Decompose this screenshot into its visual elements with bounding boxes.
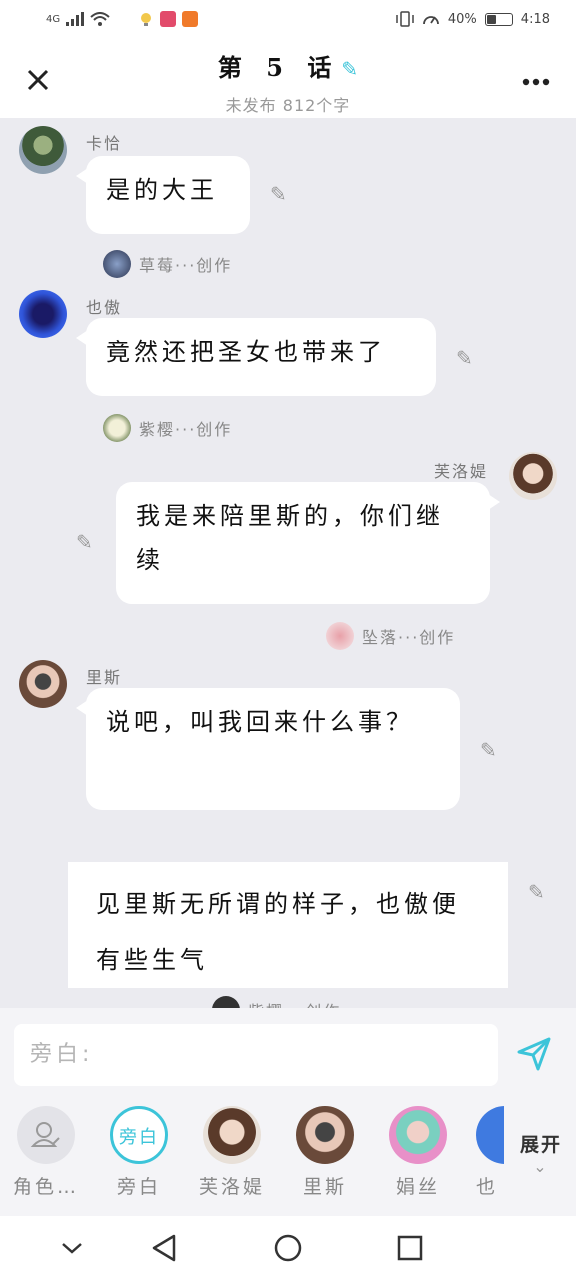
credit-line: 草莓···创作 — [103, 250, 232, 278]
narration-block[interactable]: 见里斯无所谓的样子，也傲便有些生气 — [68, 862, 508, 988]
message-bubble[interactable]: 我是来陪里斯的，你们继续 — [116, 482, 500, 604]
edit-message-icon[interactable]: ✎ — [456, 346, 473, 370]
speaker-name: 里斯 — [86, 668, 123, 687]
narration-text: 见里斯无所谓的样子，也傲便有些生气 — [96, 890, 460, 974]
chevron-down-icon: ⌄ — [533, 1157, 549, 1176]
battery-icon — [484, 12, 513, 26]
video-app-icon — [182, 11, 199, 27]
header: 第 5 话 ✎ 未发布 812个字 — [0, 40, 576, 118]
avatar[interactable] — [19, 126, 67, 174]
narration-input[interactable]: 旁白: — [14, 1024, 498, 1086]
avatar — [326, 622, 354, 650]
message-text: 我是来陪里斯的，你们继续 — [136, 502, 444, 574]
role-option[interactable]: 里斯 — [290, 1106, 360, 1199]
page-title: 第 5 话 — [217, 53, 340, 82]
message-bubble[interactable]: 竟然还把圣女也带来了 — [76, 318, 436, 396]
network-label: 4G — [46, 13, 61, 25]
role-option[interactable]: 也 — [476, 1106, 504, 1199]
publish-status: 未发布 812个字 — [225, 96, 351, 115]
speaker-name: 也傲 — [86, 298, 123, 317]
avatar[interactable] — [509, 452, 557, 500]
system-nav-bar — [0, 1216, 576, 1280]
send-button[interactable] — [516, 1036, 552, 1072]
chat-area[interactable]: 卡恰 是的大王 ✎ 草莓···创作 也傲 竟然还把圣女也带来了 ✎ 紫樱···创… — [0, 118, 576, 1008]
status-bar: 4G 40% 4:18 — [0, 0, 576, 40]
avatar — [103, 414, 131, 442]
narration-badge: 旁白 — [119, 1127, 159, 1148]
clock: 4:18 — [520, 11, 550, 27]
composer: 旁白: — [0, 1008, 576, 1100]
edit-message-icon[interactable]: ✎ — [270, 182, 287, 206]
speaker-name: 卡恰 — [86, 134, 123, 153]
message-text: 竟然还把圣女也带来了 — [106, 338, 386, 366]
app-notification-icon — [160, 11, 177, 27]
recents-icon[interactable] — [392, 1230, 428, 1266]
send-icon — [517, 1037, 551, 1071]
edit-message-icon[interactable]: ✎ — [76, 530, 93, 554]
battery-percent: 40% — [447, 11, 477, 27]
speed-gauge-icon — [422, 16, 439, 25]
more-icon — [522, 78, 550, 86]
avatar — [389, 1106, 447, 1164]
signal-icon — [66, 12, 85, 26]
hide-keyboard-icon[interactable] — [54, 1230, 90, 1266]
message-text: 是的大王 — [106, 176, 218, 204]
avatar[interactable] — [19, 660, 67, 708]
role-option[interactable]: 娟丝 — [383, 1106, 453, 1199]
edit-narration-icon[interactable]: ✎ — [528, 880, 545, 904]
home-icon[interactable] — [270, 1230, 306, 1266]
credit-line: 坠落···创作 — [326, 622, 455, 650]
credit-line: 紫樱···创作 — [103, 414, 232, 442]
avatar — [212, 996, 240, 1008]
role-option[interactable]: 角色… — [11, 1106, 81, 1199]
avatar — [296, 1106, 354, 1164]
more-menu-button[interactable] — [522, 68, 550, 88]
edit-title-icon[interactable]: ✎ — [341, 57, 358, 81]
avatar — [476, 1106, 504, 1164]
add-character-icon — [30, 1122, 60, 1147]
title-area[interactable]: 第 5 话 ✎ — [0, 48, 576, 83]
speaker-name: 芙洛媞 — [434, 462, 489, 481]
credit-line: 紫樱···创作 — [212, 996, 341, 1008]
expand-button[interactable]: 展开 ⌄ — [520, 1130, 562, 1176]
role-option-narration[interactable]: 旁白 旁白 — [104, 1106, 174, 1199]
wifi-icon — [90, 12, 110, 26]
edit-message-icon[interactable]: ✎ — [480, 738, 497, 762]
message-bubble[interactable]: 是的大王 — [76, 156, 250, 234]
avatar — [103, 250, 131, 278]
back-icon[interactable] — [146, 1230, 182, 1266]
avatar[interactable] — [19, 290, 67, 338]
role-option[interactable]: 芙洛媞 — [197, 1106, 267, 1199]
vibrate-icon — [396, 11, 414, 27]
message-bubble[interactable]: 说吧，叫我回来什么事？ — [76, 688, 460, 810]
avatar — [203, 1106, 261, 1164]
message-text: 说吧，叫我回来什么事？ — [106, 708, 414, 736]
lightbulb-icon — [141, 13, 152, 26]
role-picker: 角色… 旁白 旁白 芙洛媞 里斯 娟丝 也 展开 ⌄ — [0, 1100, 576, 1216]
